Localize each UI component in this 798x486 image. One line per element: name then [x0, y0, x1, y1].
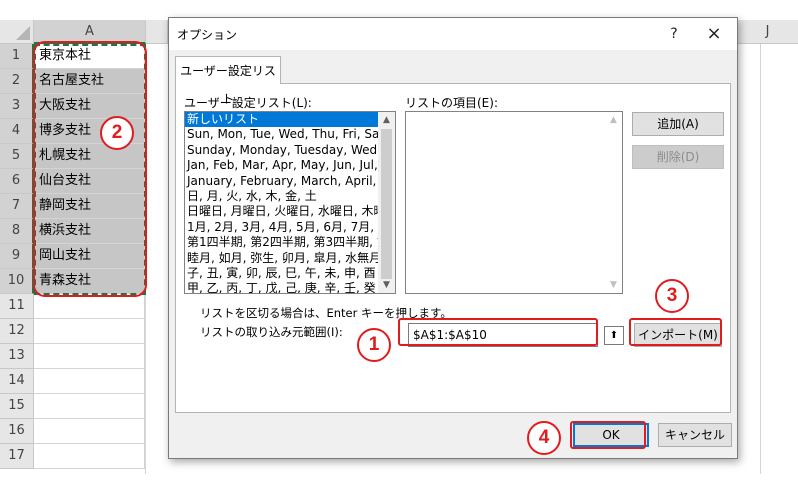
row-header[interactable]: 17 — [0, 444, 34, 469]
cell-a[interactable] — [34, 369, 145, 394]
custom-list-item[interactable]: 日, 月, 火, 水, 木, 金, 土 — [185, 189, 380, 204]
dialog-titlebar: オプション ? × — [169, 18, 737, 50]
scroll-up-icon[interactable]: ▲ — [378, 112, 395, 128]
column-header-j[interactable]: J — [737, 20, 798, 44]
cancel-button-label: キャンセル — [664, 428, 725, 442]
custom-list-item[interactable]: 子, 丑, 寅, 卯, 辰, 巳, 午, 未, 申, 酉 — [185, 266, 380, 281]
row-header[interactable]: 6 — [0, 169, 34, 194]
custom-lists-listbox[interactable]: 新しいリスト Sun, Mon, Tue, Wed, Thu, Fri, Sa Su… — [184, 111, 396, 294]
cell-a[interactable] — [34, 444, 145, 469]
help-button[interactable]: ? — [661, 22, 687, 46]
row-header[interactable]: 4 — [0, 119, 34, 144]
add-button[interactable]: 追加(A) — [632, 112, 724, 136]
scroll-thumb[interactable] — [381, 129, 392, 279]
import-range-input[interactable]: $A$1:$A$10 — [408, 323, 598, 347]
separator-hint: リストを区切る場合は、Enter キーを押します。 — [200, 306, 452, 320]
tab-custom-lists[interactable]: ユーザー設定リスト — [175, 56, 281, 106]
dialog-title: オプション — [177, 28, 238, 42]
callout-2: 2 — [100, 116, 134, 150]
gridline — [145, 44, 146, 474]
callout-3: 3 — [655, 279, 689, 313]
custom-lists-scrollbar[interactable]: ▲ ▼ — [378, 112, 395, 293]
custom-list-item[interactable]: Jan, Feb, Mar, Apr, May, Jun, Jul, — [185, 158, 380, 173]
cell-a[interactable] — [34, 319, 145, 344]
callout-4: 4 — [527, 421, 561, 455]
add-button-label: 追加(A) — [657, 117, 699, 131]
cell-a[interactable] — [34, 419, 145, 444]
tab-panel: ユーザー設定リスト(L): リストの項目(E): 新しいリスト Sun, Mon,… — [175, 83, 731, 413]
column-header-b[interactable] — [146, 20, 168, 44]
list-entries-textbox[interactable]: ▲ ▼ — [405, 111, 623, 294]
collapse-dialog-icon[interactable]: ⬆ — [604, 326, 624, 345]
scroll-down-icon: ▼ — [610, 280, 617, 290]
list-entries-label: リストの項目(E): — [405, 96, 498, 110]
row-header[interactable]: 7 — [0, 194, 34, 219]
gridline — [760, 44, 761, 474]
row-header[interactable]: 10 — [0, 269, 34, 294]
custom-list-item[interactable]: 睦月, 如月, 弥生, 卯月, 皐月, 水無月 — [185, 251, 381, 266]
row-header[interactable]: 8 — [0, 219, 34, 244]
cell-a[interactable] — [34, 394, 145, 419]
cell-a[interactable]: 大阪支社 — [34, 94, 145, 119]
scroll-up-icon: ▲ — [610, 115, 617, 125]
delete-button-label: 削除(D) — [656, 150, 700, 164]
import-range-value: $A$1:$A$10 — [413, 328, 487, 342]
row-header[interactable]: 9 — [0, 244, 34, 269]
import-button[interactable]: インポート(M) — [634, 323, 722, 347]
list-entries-scrollbar: ▲ ▼ — [605, 112, 622, 293]
cell-a[interactable]: 青森支社 — [34, 269, 145, 294]
row-header[interactable]: 12 — [0, 319, 34, 344]
row-header[interactable]: 11 — [0, 294, 34, 319]
row-header[interactable]: 16 — [0, 419, 34, 444]
row-header[interactable]: 5 — [0, 144, 34, 169]
column-header-a[interactable]: A — [34, 20, 146, 44]
custom-list-item[interactable]: 甲, 乙, 丙, 丁, 戊, 己, 庚, 辛, 壬, 癸 — [185, 281, 380, 293]
cell-a[interactable]: 岡山支社 — [34, 244, 145, 269]
cell-a[interactable]: 東京本社 — [34, 44, 145, 69]
cell-a[interactable]: 名古屋支社 — [34, 69, 145, 94]
close-icon[interactable]: × — [701, 22, 727, 46]
cell-a[interactable] — [34, 344, 145, 369]
cell-a[interactable]: 静岡支社 — [34, 194, 145, 219]
import-button-label: インポート(M) — [638, 328, 718, 342]
row-header[interactable]: 15 — [0, 394, 34, 419]
custom-list-item[interactable]: 第1四半期, 第2四半期, 第3四半期, 第 — [185, 235, 389, 250]
ok-button[interactable]: OK — [573, 423, 649, 447]
custom-list-item[interactable]: Sunday, Monday, Tuesday, Wedn — [185, 143, 385, 158]
row-header[interactable]: 13 — [0, 344, 34, 369]
ok-button-label: OK — [602, 428, 620, 442]
delete-button[interactable]: 削除(D) — [632, 145, 724, 169]
callout-1: 1 — [357, 328, 391, 362]
options-dialog: オプション ? × ユーザー設定リスト ユーザー設定リスト(L): リストの項目… — [168, 17, 738, 459]
cell-a[interactable]: 仙台支社 — [34, 169, 145, 194]
custom-list-item[interactable]: January, February, March, April, M — [185, 174, 391, 189]
custom-list-item[interactable]: 1月, 2月, 3月, 4月, 5月, 6月, 7月, 8 — [185, 220, 385, 235]
custom-lists-items: 新しいリスト Sun, Mon, Tue, Wed, Thu, Fri, Sa Su… — [185, 112, 391, 293]
custom-list-item[interactable]: 日曜日, 月曜日, 火曜日, 水曜日, 木曜 — [185, 204, 386, 219]
row-header[interactable]: 1 — [0, 44, 34, 69]
cell-a[interactable] — [34, 294, 145, 319]
select-all-corner[interactable] — [0, 20, 34, 44]
custom-list-item[interactable]: Sun, Mon, Tue, Wed, Thu, Fri, Sa — [185, 127, 380, 142]
scroll-down-icon[interactable]: ▼ — [378, 277, 395, 293]
cell-a[interactable]: 横浜支社 — [34, 219, 145, 244]
row-header[interactable]: 2 — [0, 69, 34, 94]
cancel-button[interactable]: キャンセル — [658, 423, 732, 447]
custom-lists-label: ユーザー設定リスト(L): — [184, 96, 312, 110]
row-header[interactable]: 14 — [0, 369, 34, 394]
import-range-label: リストの取り込み元範囲(I): — [200, 325, 343, 339]
custom-list-item[interactable]: 新しいリスト — [185, 112, 380, 128]
row-header[interactable]: 3 — [0, 94, 34, 119]
cell-a[interactable]: 札幌支社 — [34, 144, 145, 169]
